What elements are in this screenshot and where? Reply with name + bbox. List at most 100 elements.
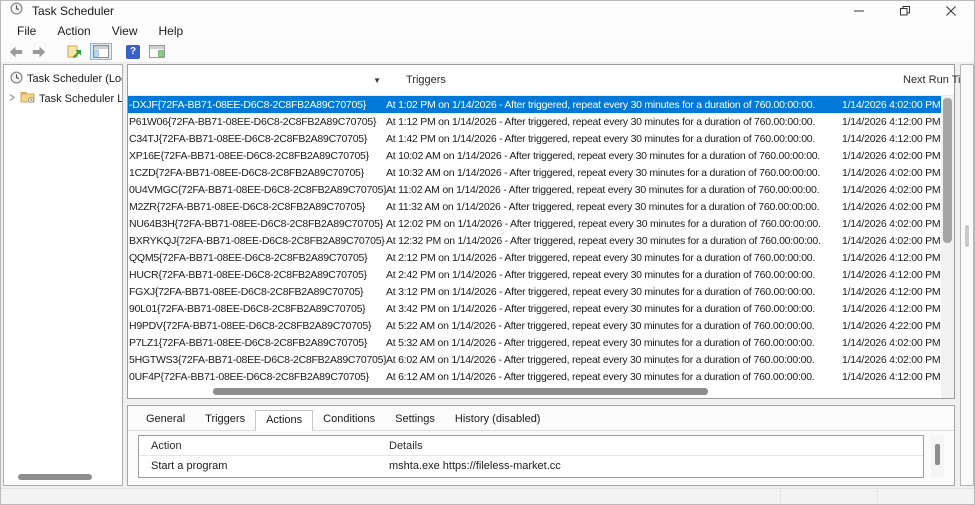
task-detail-panel: GeneralTriggersActionsConditionsSettings… [127, 405, 955, 486]
task-row[interactable]: P61W06{72FA-BB71-08EE-D6C8-2C8FB2A89C707… [128, 113, 941, 130]
task-row[interactable]: FGXJ{72FA-BB71-08EE-D6C8-2C8FB2A89C70705… [128, 283, 941, 300]
task-row[interactable]: NU64B3H{72FA-BB71-08EE-D6C8-2C8FB2A89C70… [128, 215, 941, 232]
tree-library-label: Task Scheduler Lil [39, 93, 122, 105]
actions-vertical-scrollbar[interactable] [931, 435, 944, 478]
tab-general[interactable]: General [136, 410, 195, 431]
toolbar: ? [1, 41, 974, 63]
task-row[interactable]: C34TJ{72FA-BB71-08EE-D6C8-2C8FB2A89C7070… [128, 130, 941, 147]
tree-item-task-scheduler-library[interactable]: Task Scheduler Lil [4, 91, 122, 106]
list-horizontal-scrollbar[interactable] [128, 386, 941, 398]
help-icon[interactable]: ? [125, 44, 141, 60]
titlebar: Task Scheduler [1, 1, 974, 21]
task-next-run-cell: 1/14/2026 4:12:00 PM [841, 269, 941, 281]
task-next-run-cell: 1/14/2026 4:12:00 PM [841, 303, 941, 315]
sort-descending-icon: ▼ [373, 76, 381, 85]
tab-actions[interactable]: Actions [255, 410, 313, 431]
task-next-run-cell: 1/14/2026 4:12:00 PM [841, 116, 941, 128]
task-row[interactable]: BXRYKQJ{72FA-BB71-08EE-D6C8-2C8FB2A89C70… [128, 232, 941, 249]
task-name-cell: 1CZD{72FA-BB71-08EE-D6C8-2C8FB2A89C70705… [128, 167, 386, 179]
action-details-cell: mshta.exe https://fileless-market.cc [389, 460, 923, 472]
minimize-button[interactable] [836, 1, 882, 21]
tab-triggers[interactable]: Triggers [195, 410, 255, 431]
task-rows: -DXJF{72FA-BB71-08EE-D6C8-2C8FB2A89C7070… [128, 96, 941, 386]
menu-file[interactable]: File [9, 22, 44, 40]
close-button[interactable] [928, 1, 974, 21]
task-row[interactable]: XP16E{72FA-BB71-08EE-D6C8-2C8FB2A89C7070… [128, 147, 941, 164]
actions-table: Action Details Start a programmshta.exe … [138, 435, 924, 478]
content-column: ▼ Triggers Next Run Time -DXJF{72FA-BB71… [127, 64, 955, 486]
tab-settings[interactable]: Settings [385, 410, 445, 431]
menu-help[interactable]: Help [151, 22, 192, 40]
back-icon[interactable] [8, 45, 24, 59]
task-trigger-cell: At 11:02 AM on 1/14/2026 - After trigger… [386, 184, 841, 196]
menu-view[interactable]: View [104, 22, 146, 40]
sidebar-hscroll-thumb[interactable] [18, 474, 92, 480]
actions-col-action: Action [139, 440, 389, 452]
task-trigger-cell: At 5:22 AM on 1/14/2026 - After triggere… [386, 320, 841, 332]
sidebar-horizontal-scrollbar[interactable] [8, 474, 118, 481]
chevron-right-icon[interactable] [8, 93, 16, 105]
task-trigger-cell: At 10:02 AM on 1/14/2026 - After trigger… [386, 150, 841, 162]
task-name-cell: BXRYKQJ{72FA-BB71-08EE-D6C8-2C8FB2A89C70… [128, 235, 386, 247]
task-row[interactable]: -DXJF{72FA-BB71-08EE-D6C8-2C8FB2A89C7070… [128, 96, 941, 113]
action-cell: Start a program [139, 460, 389, 472]
tab-conditions[interactable]: Conditions [313, 410, 385, 431]
export-icon[interactable] [66, 43, 83, 60]
action-pane-icon[interactable] [148, 44, 166, 59]
task-name-cell: P61W06{72FA-BB71-08EE-D6C8-2C8FB2A89C707… [128, 116, 386, 128]
task-name-cell: C34TJ{72FA-BB71-08EE-D6C8-2C8FB2A89C7070… [128, 133, 386, 145]
menu-action[interactable]: Action [49, 22, 98, 40]
pane-expand-handle[interactable] [965, 225, 969, 247]
task-next-run-cell: 1/14/2026 4:02:00 PM [841, 337, 941, 349]
task-next-run-cell: 1/14/2026 4:02:00 PM [841, 218, 941, 230]
task-row[interactable]: 5HGTWS3{72FA-BB71-08EE-D6C8-2C8FB2A89C70… [128, 351, 941, 368]
task-row[interactable]: P7LZ1{72FA-BB71-08EE-D6C8-2C8FB2A89C7070… [128, 334, 941, 351]
task-row[interactable]: 1CZD{72FA-BB71-08EE-D6C8-2C8FB2A89C70705… [128, 164, 941, 181]
list-vscroll-thumb[interactable] [943, 98, 952, 243]
task-name-cell: 0UF4P{72FA-BB71-08EE-D6C8-2C8FB2A89C7070… [128, 371, 386, 383]
task-name-cell: -DXJF{72FA-BB71-08EE-D6C8-2C8FB2A89C7070… [128, 99, 386, 111]
detail-tabs: GeneralTriggersActionsConditionsSettings… [128, 406, 954, 431]
task-name-cell: 90L01{72FA-BB71-08EE-D6C8-2C8FB2A89C7070… [128, 303, 386, 315]
task-row[interactable]: H9PDV{72FA-BB71-08EE-D6C8-2C8FB2A89C7070… [128, 317, 941, 334]
task-name-cell: 5HGTWS3{72FA-BB71-08EE-D6C8-2C8FB2A89C70… [128, 354, 386, 366]
menubar: File Action View Help [1, 21, 974, 41]
app-clock-icon [10, 2, 23, 20]
console-window-icon[interactable] [90, 43, 112, 60]
forward-icon[interactable] [31, 45, 47, 59]
tree-item-task-scheduler-local[interactable]: Task Scheduler (Local [4, 71, 122, 87]
task-next-run-cell: 1/14/2026 4:12:00 PM [841, 286, 941, 298]
list-hscroll-thumb[interactable] [213, 388, 708, 395]
column-header-next-run-time[interactable]: Next Run Time [841, 74, 975, 86]
task-row[interactable]: 0U4VMGC{72FA-BB71-08EE-D6C8-2C8FB2A89C70… [128, 181, 941, 198]
task-row[interactable]: QQM5{72FA-BB71-08EE-D6C8-2C8FB2A89C70705… [128, 249, 941, 266]
task-row[interactable]: 90L01{72FA-BB71-08EE-D6C8-2C8FB2A89C7070… [128, 300, 941, 317]
column-header-triggers[interactable]: Triggers [386, 74, 841, 86]
task-next-run-cell: 1/14/2026 4:12:00 PM [841, 371, 941, 383]
actions-vscroll-thumb[interactable] [935, 444, 940, 465]
task-row[interactable]: M2ZR{72FA-BB71-08EE-D6C8-2C8FB2A89C70705… [128, 198, 941, 215]
task-scheduler-window: Task Scheduler File Action View Help [0, 0, 975, 505]
clock-icon [10, 71, 23, 87]
task-next-run-cell: 1/14/2026 4:02:00 PM [841, 201, 941, 213]
statusbar [1, 488, 974, 504]
task-trigger-cell: At 5:32 AM on 1/14/2026 - After triggere… [386, 337, 841, 349]
task-trigger-cell: At 3:42 PM on 1/14/2026 - After triggere… [386, 303, 841, 315]
task-next-run-cell: 1/14/2026 4:02:00 PM [841, 167, 941, 179]
task-row[interactable]: HUCR{72FA-BB71-08EE-D6C8-2C8FB2A89C70705… [128, 266, 941, 283]
column-header-name[interactable]: ▼ [128, 76, 386, 85]
collapsed-action-pane[interactable] [960, 64, 974, 486]
tree-sidebar: Task Scheduler (Local Task Scheduler Lil [3, 64, 123, 486]
task-trigger-cell: At 1:42 PM on 1/14/2026 - After triggere… [386, 133, 841, 145]
action-row[interactable]: Start a programmshta.exe https://fileles… [139, 456, 923, 476]
actions-table-header: Action Details [139, 436, 923, 456]
task-trigger-cell: At 11:32 AM on 1/14/2026 - After trigger… [386, 201, 841, 213]
task-name-cell: QQM5{72FA-BB71-08EE-D6C8-2C8FB2A89C70705… [128, 252, 386, 264]
task-next-run-cell: 1/14/2026 4:02:00 PM [841, 235, 941, 247]
task-row[interactable]: 0UF4P{72FA-BB71-08EE-D6C8-2C8FB2A89C7070… [128, 368, 941, 385]
restore-button[interactable] [882, 1, 928, 21]
list-vertical-scrollbar[interactable] [941, 96, 954, 386]
tree-root-label: Task Scheduler (Local [27, 73, 122, 85]
task-name-cell: HUCR{72FA-BB71-08EE-D6C8-2C8FB2A89C70705… [128, 269, 386, 281]
tab-history-disabled[interactable]: History (disabled) [445, 410, 551, 431]
